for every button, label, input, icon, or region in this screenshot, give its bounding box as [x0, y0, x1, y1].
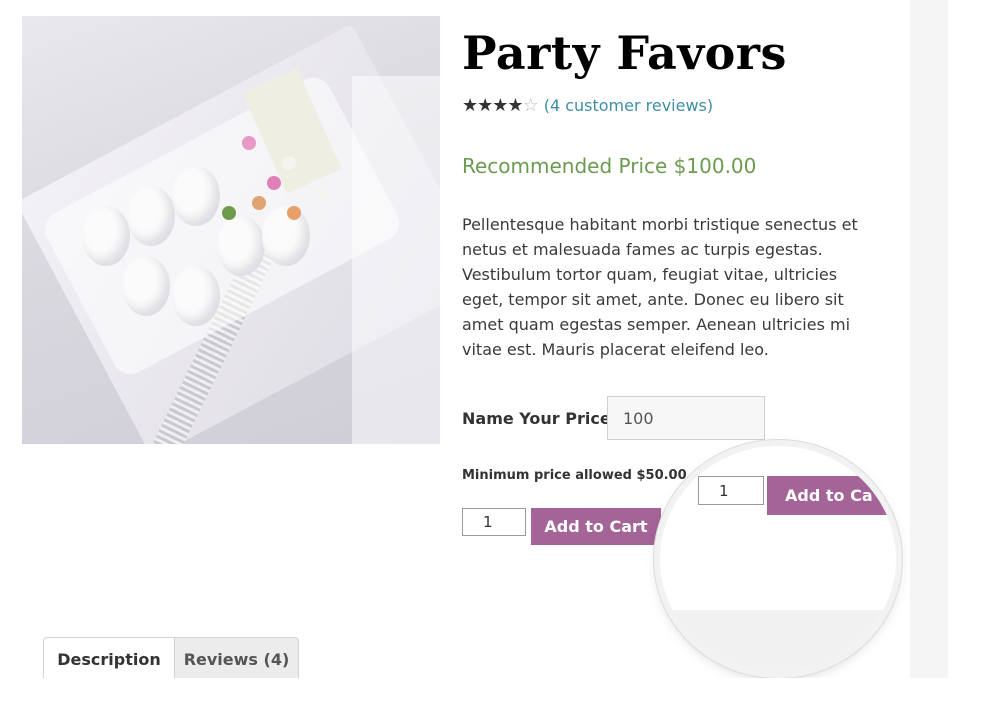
- magnifier-zoom: Add to Ca: [660, 446, 896, 672]
- candy-shape: [122, 256, 170, 316]
- product-image[interactable]: [22, 16, 440, 444]
- star-empty-icon: ☆: [522, 95, 539, 116]
- star-filled-icon: ★: [507, 95, 523, 116]
- product-title: Party Favors: [462, 26, 787, 80]
- page-side-panel: [910, 0, 948, 678]
- name-your-price-input[interactable]: [607, 396, 765, 440]
- flower-decoration: [222, 136, 352, 226]
- recommended-price: Recommended Price $100.00: [462, 154, 757, 178]
- minimum-price-note: Minimum price allowed $50.00: [462, 468, 687, 483]
- candy-shape: [82, 206, 130, 266]
- tab-reviews[interactable]: Reviews (4): [175, 637, 299, 681]
- product-description: Pellentesque habitant morbi tristique se…: [462, 215, 858, 359]
- name-your-price-label: Name Your Price: [462, 409, 611, 428]
- star-filled-icon: ★: [477, 95, 493, 116]
- star-filled-icon: ★: [462, 95, 478, 116]
- tulle-veil-shape: [352, 76, 440, 444]
- page-bottom-area: [0, 678, 1000, 723]
- add-to-cart-button[interactable]: Add to Cart: [531, 508, 661, 545]
- magnified-quantity-input[interactable]: [698, 476, 764, 505]
- tab-description[interactable]: Description: [43, 637, 175, 681]
- magnified-add-to-cart-button[interactable]: Add to Ca: [767, 476, 896, 515]
- candy-shape: [172, 166, 220, 226]
- candy-shape: [127, 186, 175, 246]
- magnifier-footer-area: [660, 610, 896, 672]
- rating-stars: ★★★★☆: [462, 95, 539, 116]
- customer-reviews-link[interactable]: (4 customer reviews): [544, 96, 713, 115]
- product-rating: ★★★★☆ (4 customer reviews): [462, 95, 713, 116]
- star-filled-icon: ★: [492, 95, 508, 116]
- quantity-input[interactable]: [462, 508, 526, 536]
- candy-shape: [172, 266, 220, 326]
- product-tabs: Description Reviews (4): [43, 637, 299, 681]
